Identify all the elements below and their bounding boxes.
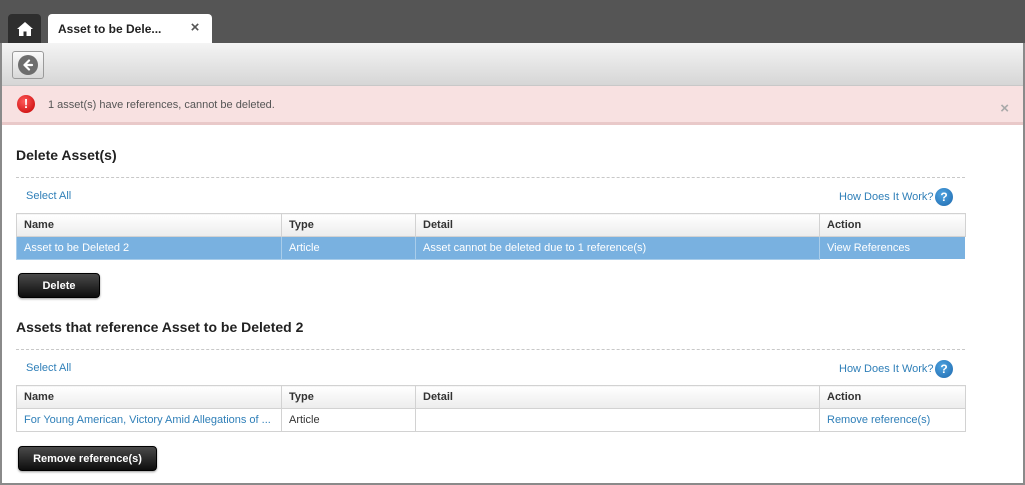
back-button[interactable] <box>12 51 44 79</box>
error-icon: ! <box>17 95 35 113</box>
select-all-link[interactable]: Select All <box>26 362 71 374</box>
table-header: Name Type Detail Action <box>16 385 966 409</box>
tab-asset-to-be-deleted[interactable]: Asset to be Dele... × <box>48 14 212 43</box>
back-arrow-icon <box>18 55 38 75</box>
select-all-link[interactable]: Select All <box>26 190 71 202</box>
remove-references-button[interactable]: Remove reference(s) <box>18 446 157 471</box>
column-header-detail[interactable]: Detail <box>415 385 820 409</box>
cell-action: Remove reference(s) <box>819 408 966 432</box>
table-row[interactable]: Asset to be Deleted 2 Article Asset cann… <box>16 236 966 260</box>
error-alert: ! 1 asset(s) have references, cannot be … <box>2 86 1023 125</box>
home-icon <box>16 21 33 36</box>
cell-action: View References <box>819 236 966 260</box>
delete-assets-table: Name Type Detail Action Asset to be Dele… <box>16 213 966 260</box>
home-tab[interactable] <box>8 14 41 43</box>
delete-section-title: Delete Asset(s) <box>16 147 117 163</box>
tab-bar: Asset to be Dele... × <box>0 0 1025 43</box>
column-header-detail[interactable]: Detail <box>415 213 820 237</box>
cell-detail: Asset cannot be deleted due to 1 referen… <box>415 236 820 260</box>
how-does-it-work-link[interactable]: How Does It Work? <box>839 363 934 375</box>
column-header-action[interactable]: Action <box>819 385 966 409</box>
cell-type: Article <box>281 408 416 432</box>
tab-close-icon[interactable]: × <box>188 20 202 36</box>
divider <box>16 349 965 350</box>
table-header: Name Type Detail Action <box>16 213 966 237</box>
references-section-title: Assets that reference Asset to be Delete… <box>16 319 304 335</box>
cell-name: For Young American, Victory Amid Allegat… <box>16 408 282 432</box>
alert-message: 1 asset(s) have references, cannot be de… <box>48 99 275 111</box>
table-row[interactable]: For Young American, Victory Amid Allegat… <box>16 408 966 432</box>
cell-name: Asset to be Deleted 2 <box>16 236 282 260</box>
cell-type: Article <box>281 236 416 260</box>
divider <box>16 177 965 178</box>
column-header-action[interactable]: Action <box>819 213 966 237</box>
help-icon[interactable]: ? <box>935 360 953 378</box>
alert-close-icon[interactable]: × <box>1000 100 1009 117</box>
referencing-asset-link[interactable]: For Young American, Victory Amid Allegat… <box>24 414 271 426</box>
tab-label: Asset to be Dele... <box>58 21 162 36</box>
column-header-type[interactable]: Type <box>281 213 416 237</box>
column-header-type[interactable]: Type <box>281 385 416 409</box>
how-does-it-work-link[interactable]: How Does It Work? <box>839 191 934 203</box>
toolbar <box>2 43 1023 86</box>
references-table: Name Type Detail Action For Young Americ… <box>16 385 966 432</box>
help-icon[interactable]: ? <box>935 188 953 206</box>
delete-button[interactable]: Delete <box>18 273 100 298</box>
column-header-name[interactable]: Name <box>16 213 282 237</box>
column-header-name[interactable]: Name <box>16 385 282 409</box>
view-references-link[interactable]: View References <box>827 242 910 254</box>
remove-reference-link[interactable]: Remove reference(s) <box>827 414 930 426</box>
cell-detail <box>415 408 820 432</box>
